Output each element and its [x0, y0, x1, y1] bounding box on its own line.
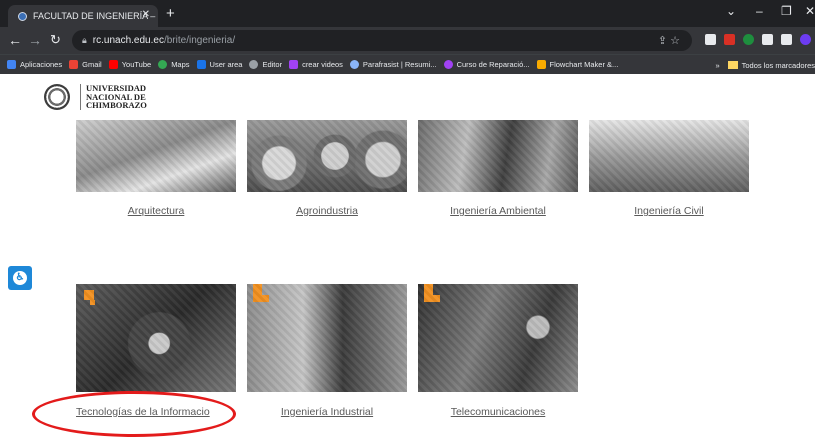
program-image-telecomunicaciones[interactable] — [418, 284, 578, 392]
university-name: UNIVERSIDAD NACIONAL DE CHIMBORAZO — [86, 84, 147, 110]
bookmark-youtube[interactable]: YouTube — [108, 60, 152, 69]
new-tab-icon[interactable]: + — [166, 5, 175, 22]
accent-square — [90, 300, 95, 305]
bookmark-apps[interactable]: Aplicaciones — [7, 60, 62, 69]
bookmark-user-area[interactable]: User area — [196, 60, 243, 69]
logo-divider — [80, 84, 81, 110]
close-window-icon[interactable]: ✕ — [805, 4, 815, 18]
site-header: UNIVERSIDAD NACIONAL DE CHIMBORAZO — [0, 74, 815, 120]
close-tab-icon[interactable]: ✕ — [142, 9, 150, 20]
maps-pin-icon — [158, 60, 168, 69]
video-icon — [289, 60, 299, 69]
bookmark-parafrasist[interactable]: Parafrasist | Resumi... — [349, 60, 437, 69]
minimize-icon[interactable]: – — [756, 4, 763, 18]
highlight-annotation — [32, 391, 236, 437]
gmail-icon — [69, 60, 79, 69]
browser-tab-bar: FACULTAD DE INGENIERÍA – Rec ✕ + ⌄ – ❐ ✕ — [0, 0, 815, 27]
program-link-agroindustria[interactable]: Agroindustria — [247, 205, 407, 217]
university-seal-icon — [44, 84, 70, 110]
program-image-agroindustria[interactable] — [247, 120, 407, 192]
browser-toolbar: ← → ↻ 🔒︎ rc.unach.edu.ec/brite/ingenieri… — [0, 27, 815, 54]
address-bar[interactable]: 🔒︎ rc.unach.edu.ec/brite/ingenieria/ ⇪ ☆ — [72, 30, 692, 51]
profile-avatar-icon[interactable] — [800, 34, 811, 45]
bookmark-label: Parafrasist | Resumi... — [362, 60, 437, 69]
back-icon[interactable]: ← — [8, 32, 22, 48]
flowchart-icon — [536, 60, 546, 69]
program-link-civil[interactable]: Ingeniería Civil — [589, 205, 749, 217]
youtube-icon — [108, 60, 118, 69]
logo-line: CHIMBORAZO — [86, 100, 147, 110]
bookmark-maps[interactable]: Maps — [158, 60, 190, 69]
side-panel-icon[interactable] — [781, 34, 792, 45]
folder-icon — [727, 61, 738, 69]
browser-tab[interactable]: FACULTAD DE INGENIERÍA – Rec ✕ — [8, 5, 158, 27]
program-image-ambiental[interactable] — [418, 120, 578, 192]
program-link-telecomunicaciones[interactable]: Telecomunicaciones — [418, 406, 578, 418]
program-image-civil[interactable] — [589, 120, 749, 192]
bookmark-gmail[interactable]: Gmail — [69, 60, 102, 69]
extension-icon[interactable] — [724, 34, 735, 45]
address-host: rc.unach.edu.ec — [92, 35, 164, 46]
bookmark-label: YouTube — [121, 60, 152, 69]
accent-bar — [424, 284, 433, 302]
bookmark-curso[interactable]: Curso de Reparació... — [443, 60, 530, 69]
accent-square — [84, 290, 94, 300]
bookmark-label: Editor — [262, 60, 283, 69]
accent-bar — [253, 284, 262, 302]
program-link-arquitectura[interactable]: Arquitectura — [76, 205, 236, 217]
reload-icon[interactable]: ↻ — [50, 32, 61, 48]
address-path: /brite/ingenieria/ — [163, 35, 236, 46]
bookmark-label: Aplicaciones — [20, 60, 63, 69]
program-image-industrial[interactable] — [247, 284, 407, 392]
all-bookmarks-label: Todos los marcadores — [741, 60, 815, 70]
bookmark-label: Gmail — [82, 60, 102, 69]
forward-icon[interactable]: → — [28, 32, 42, 48]
program-image-arquitectura[interactable] — [76, 120, 236, 192]
bookmark-crear-videos[interactable]: crear videos — [289, 60, 343, 69]
bookmark-label: User area — [209, 60, 243, 69]
bookmarks-overflow-icon[interactable]: » — [715, 61, 719, 70]
all-bookmarks-folder[interactable]: Todos los marcadores — [727, 60, 815, 70]
program-image-tecnologias[interactable] — [76, 284, 236, 392]
accessibility-button[interactable]: ♿︎ — [8, 266, 32, 290]
parafrasist-icon — [349, 60, 359, 69]
bookmark-label: crear videos — [302, 60, 343, 69]
apps-grid-icon — [7, 60, 16, 69]
program-link-ambiental[interactable]: Ingeniería Ambiental — [418, 205, 578, 217]
course-icon — [443, 60, 453, 69]
bookmark-flowchart[interactable]: Flowchart Maker &... — [536, 60, 619, 69]
maximize-icon[interactable]: ❐ — [781, 4, 792, 18]
bookmark-label: Curso de Reparació... — [456, 60, 530, 69]
tab-title: FACULTAD DE INGENIERÍA – Rec — [33, 11, 158, 21]
lock-icon[interactable]: 🔒︎ — [82, 35, 87, 46]
program-link-industrial[interactable]: Ingeniería Industrial — [247, 406, 407, 418]
user-area-icon — [196, 60, 206, 69]
extensions-puzzle-icon[interactable] — [762, 34, 773, 45]
accent-square — [433, 295, 440, 302]
bookmarks-bar: Aplicaciones Gmail YouTube Maps User are… — [0, 54, 815, 74]
bookmark-label: Maps — [171, 60, 190, 69]
tab-search-icon[interactable]: ⌄ — [726, 4, 736, 18]
editor-icon — [249, 60, 259, 69]
bookmark-label: Flowchart Maker &... — [549, 60, 619, 69]
extension-icon[interactable] — [705, 34, 716, 45]
share-star-icons[interactable]: ⇪ ☆ — [658, 34, 680, 47]
accent-square — [262, 295, 269, 302]
bookmark-editor[interactable]: Editor — [249, 60, 282, 69]
accessibility-icon: ♿︎ — [13, 271, 27, 285]
site-favicon-icon — [18, 11, 27, 21]
extension-icon[interactable] — [743, 34, 754, 45]
